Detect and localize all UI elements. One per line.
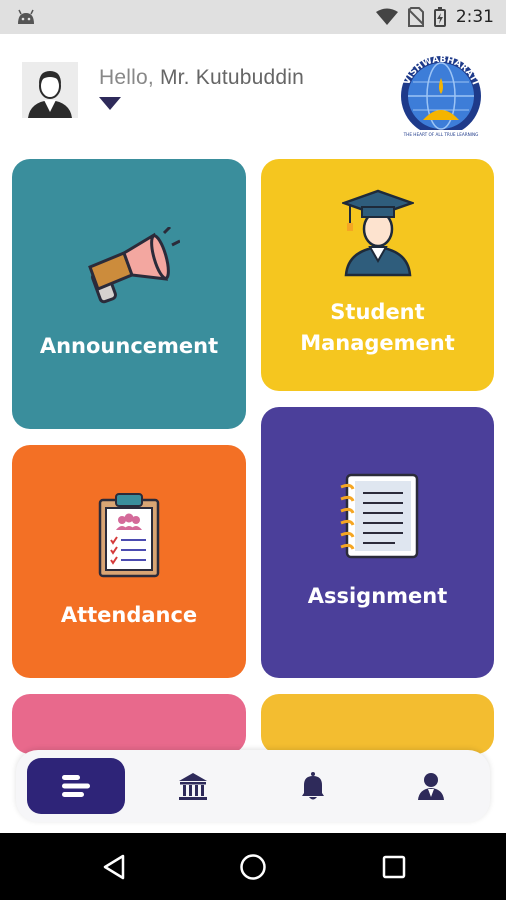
module-card-yellow[interactable] (261, 694, 494, 754)
announcement-label: Announcement (39, 334, 219, 358)
wifi-icon (375, 8, 398, 25)
nav-institution-button[interactable] (144, 758, 242, 814)
bottom-nav (16, 750, 490, 822)
megaphone-icon (88, 227, 180, 304)
nav-home-button[interactable] (27, 758, 125, 814)
home-icon (240, 853, 266, 880)
nav-profile-button[interactable] (382, 758, 480, 814)
student-management-card[interactable]: Student Management (261, 159, 494, 391)
assignment-label: Assignment (307, 584, 448, 608)
module-card-pink[interactable] (12, 694, 246, 754)
bell-icon (302, 772, 324, 800)
announcement-card[interactable]: Announcement (12, 159, 246, 429)
user-name: Mr. Kutubuddin (159, 66, 304, 89)
menu-icon (62, 775, 90, 797)
system-nav-bar (0, 833, 506, 900)
clipboard-icon (98, 493, 160, 578)
status-bar: 2:31 (0, 0, 506, 34)
back-icon (103, 854, 125, 879)
student-label-line2: Management (300, 331, 455, 355)
greeting-hello: Hello, (99, 66, 154, 89)
graduate-icon (342, 189, 414, 277)
recents-icon (382, 855, 406, 878)
school-logo: VISHWABHARATI THE HEART OF ALL TRUE LEAR… (401, 55, 481, 138)
status-time: 2:31 (455, 7, 494, 27)
logo-tagline: THE HEART OF ALL TRUE LEARNING (403, 132, 479, 137)
home-button[interactable] (213, 833, 293, 900)
attendance-card[interactable]: Attendance (12, 445, 246, 678)
greeting: Hello, Mr. Kutubuddin (99, 66, 304, 90)
recents-button[interactable] (354, 833, 434, 900)
battery-charging-icon (433, 7, 446, 27)
assignment-card[interactable]: Assignment (261, 407, 494, 678)
institution-icon (179, 773, 207, 800)
profile-icon (418, 773, 444, 800)
back-button[interactable] (74, 833, 154, 900)
caret-down-icon[interactable] (99, 97, 121, 111)
nav-notifications-button[interactable] (264, 758, 362, 814)
attendance-label: Attendance (60, 603, 198, 627)
student-label-line1: Student (330, 300, 425, 324)
user-avatar-icon (22, 62, 78, 118)
avatar[interactable] (22, 62, 78, 118)
no-sim-icon (407, 7, 424, 27)
notebook-icon (340, 473, 419, 559)
android-icon (18, 9, 34, 24)
